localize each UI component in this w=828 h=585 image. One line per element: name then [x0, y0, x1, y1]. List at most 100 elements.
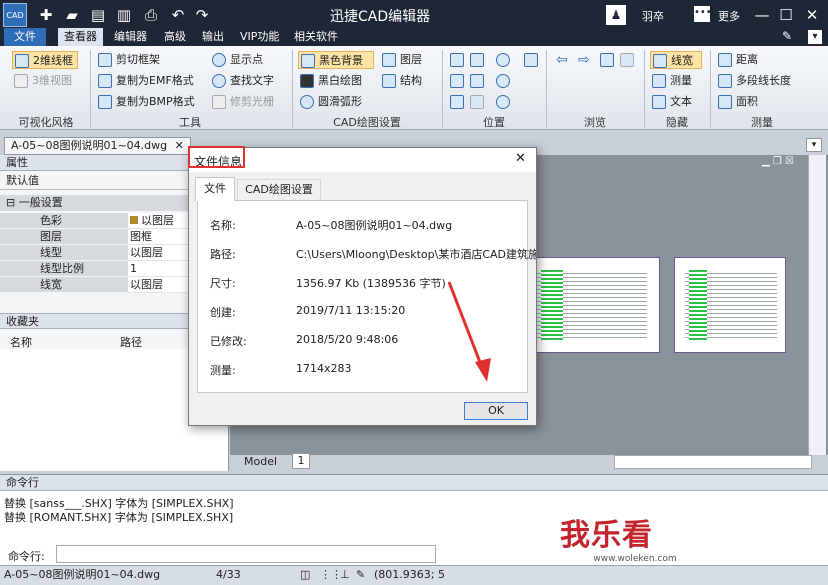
ok-button[interactable]: OK [464, 402, 528, 420]
open-folder-icon[interactable]: ▰ [62, 5, 82, 25]
dialog-close-icon[interactable]: ✕ [515, 151, 526, 166]
layers-button[interactable]: 图层 [380, 51, 422, 69]
grid-icon[interactable]: ⋮⋮ [320, 566, 342, 584]
info-value: 2019/7/11 13:15:20 [296, 304, 406, 317]
collapse-icon[interactable]: ⊟ [6, 196, 15, 209]
dialog-tab-file[interactable]: 文件 [195, 177, 235, 201]
close-icon[interactable]: ✕ [802, 5, 822, 25]
drawing-table [541, 270, 563, 340]
bw-drawing-button[interactable]: 黑白绘图 [298, 72, 362, 90]
favorites-col-name[interactable]: 名称 [10, 334, 32, 350]
forward-arrow-icon[interactable]: ⇨ [578, 52, 590, 68]
title-highlight-box [188, 146, 245, 168]
tab-close-icon[interactable]: ✕ [175, 139, 184, 152]
undo-icon[interactable]: ↶ [168, 5, 188, 25]
canvas-scrollbar-v[interactable] [808, 155, 826, 455]
group-label-measure: 测量 [751, 116, 773, 129]
command-input[interactable] [56, 545, 436, 563]
refresh-icon[interactable] [620, 53, 634, 67]
pan-icon[interactable] [450, 53, 464, 67]
polyline-length-button[interactable]: 多段线长度 [716, 72, 791, 90]
maximize-icon[interactable]: ☐ [776, 5, 796, 25]
area-button[interactable]: 面积 [716, 93, 758, 111]
zoom-options-icon[interactable] [496, 95, 510, 109]
save-as-icon[interactable]: ▥ [114, 5, 134, 25]
back-arrow-icon[interactable]: ⇦ [556, 52, 568, 68]
rotate-icon[interactable] [450, 95, 464, 109]
show-points-button[interactable]: 显示点 [210, 51, 263, 69]
orbit-icon[interactable] [470, 95, 484, 109]
page-icon[interactable] [600, 53, 614, 67]
clip-frame-button[interactable]: 剪切框架 [96, 51, 160, 69]
zoom-in-icon[interactable] [496, 53, 510, 67]
structure-icon [382, 74, 396, 88]
tab-dropdown-icon[interactable]: ▾ [806, 138, 822, 152]
copy-emf-button[interactable]: 复制为EMF格式 [96, 72, 194, 90]
copy-bmp-button[interactable]: 复制为BMP格式 [96, 93, 195, 111]
info-key: 已修改: [210, 335, 247, 348]
color-swatch-icon [130, 216, 138, 224]
black-background-button[interactable]: 黑色背景 [298, 51, 374, 69]
show-points-label: 显示点 [230, 53, 263, 66]
window-title: 迅捷CAD编辑器 [330, 9, 431, 25]
menu-file[interactable]: 文件 [4, 28, 46, 46]
ruler-icon [652, 74, 666, 88]
menu-output[interactable]: 输出 [196, 28, 230, 46]
smooth-arc-button[interactable]: 圆滑弧形 [298, 93, 362, 111]
wireframe-2d-label: 2维线框 [33, 54, 73, 67]
help-icon[interactable]: ▾ [808, 30, 822, 44]
red-arrow-annotation [447, 281, 491, 382]
model-tab[interactable]: Model [244, 455, 277, 469]
snap-icon[interactable]: ◫ [300, 566, 310, 584]
distance-icon [718, 53, 732, 67]
wireframe-icon [15, 54, 29, 68]
distance-button[interactable]: 距离 [716, 51, 758, 69]
redo-icon[interactable]: ↷ [192, 5, 212, 25]
menu-vip[interactable]: VIP功能 [234, 28, 285, 46]
command-prompt-label: 命令行: [8, 550, 45, 563]
canvas-scrollbar-h[interactable] [614, 455, 812, 469]
zoom-fit-icon[interactable] [470, 74, 484, 88]
wireframe-2d-button[interactable]: 2维线框 [12, 51, 78, 69]
menu-advanced[interactable]: 高级 [158, 28, 192, 46]
group-label-visual: 可视化风格 [18, 116, 74, 129]
line-width-label: 线宽 [671, 54, 693, 67]
text-toggle-button[interactable]: 文本 [650, 93, 692, 111]
structure-label: 结构 [400, 74, 422, 87]
measure-toggle-label: 测量 [670, 74, 692, 87]
polar-icon[interactable]: ✎ [356, 566, 365, 584]
polyline-length-label: 多段线长度 [736, 74, 791, 87]
more-label[interactable]: 更多 [718, 8, 740, 24]
new-icon[interactable]: ✚ [36, 5, 56, 25]
smooth-arc-label: 圆滑弧形 [318, 95, 362, 108]
black-bg-icon [301, 54, 315, 68]
line-width-button[interactable]: 线宽 [650, 51, 702, 69]
favorites-col-path[interactable]: 路径 [120, 334, 142, 350]
trim-icon [212, 95, 226, 109]
print-icon[interactable]: ⎙ [141, 5, 161, 25]
user-icon[interactable]: ♟ [606, 5, 626, 25]
find-text-button[interactable]: 查找文字 [210, 72, 274, 90]
menu-viewer[interactable]: 查看器 [58, 28, 103, 46]
view-3d-button[interactable]: 3维视图 [12, 72, 72, 90]
ortho-icon[interactable]: ⊥ [340, 566, 350, 584]
save-icon[interactable]: ▤ [88, 5, 108, 25]
document-tab[interactable]: A-05~08图例说明01~04.dwg ✕ [4, 137, 191, 155]
zoom-window-icon[interactable] [470, 53, 484, 67]
pen-icon[interactable]: ✎ [782, 29, 792, 43]
measure-toggle-button[interactable]: 测量 [650, 72, 692, 90]
dialog-tab-cad[interactable]: CAD绘图设置 [237, 179, 321, 200]
zoom-out-icon[interactable] [496, 74, 510, 88]
trim-raster-button[interactable]: 修剪光栅 [210, 93, 274, 111]
minimize-icon[interactable]: — [752, 5, 772, 25]
more-icon[interactable]: ••• [694, 6, 712, 22]
layout1-tab[interactable]: 1 [292, 453, 310, 469]
user-name[interactable]: 羽卒 [642, 8, 664, 24]
group-label-cad: CAD绘图设置 [333, 116, 401, 129]
menu-editor[interactable]: 编辑器 [108, 28, 153, 46]
menu-related[interactable]: 相关软件 [288, 28, 344, 46]
property-key: 线宽 [0, 277, 128, 293]
zoom-extents-icon[interactable] [450, 74, 464, 88]
structure-button[interactable]: 结构 [380, 72, 422, 90]
hand-icon[interactable] [524, 53, 538, 67]
